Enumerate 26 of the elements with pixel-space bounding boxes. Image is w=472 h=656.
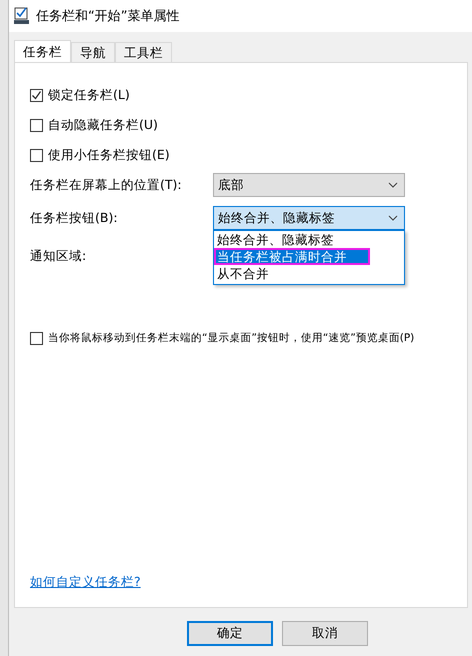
checkbox[interactable]: [30, 118, 43, 132]
dropdown-option[interactable]: 从不合并: [214, 265, 404, 282]
setting-label: 通知区域:: [30, 248, 88, 264]
dropdown[interactable]: 底部: [213, 173, 405, 197]
help-link[interactable]: 如何自定义任务栏?: [30, 574, 141, 591]
checkbox-label: 使用小任务栏按钮(E): [48, 146, 170, 164]
app-icon: [14, 7, 30, 25]
chevron-icon: [388, 215, 398, 221]
dropdown-option[interactable]: 始终合并、隐藏标签: [214, 231, 404, 248]
checkbox-label: 锁定任务栏(L): [48, 86, 130, 104]
checkbox[interactable]: [30, 88, 43, 102]
window-title: 任务栏和“开始”菜单属性: [36, 8, 180, 25]
cancel-button[interactable]: 取消: [282, 621, 368, 646]
checkbox[interactable]: [30, 148, 43, 162]
ok-button[interactable]: 确定: [187, 621, 273, 646]
tab[interactable]: 任务栏: [14, 40, 71, 62]
setting-label: 任务栏在屏幕上的位置(T):: [30, 176, 183, 194]
tab[interactable]: 导航: [71, 42, 115, 62]
checkbox[interactable]: [30, 332, 43, 344]
checkbox-label: 当你将鼠标移动到任务栏末端的“显示桌面”按钮时，使用“速览”预览桌面(P): [48, 331, 414, 345]
tab[interactable]: 工具栏: [115, 42, 172, 62]
dropdown[interactable]: 始终合并、隐藏标签: [213, 206, 405, 230]
setting-label: 任务栏按钮(B):: [30, 210, 119, 226]
dropdown-option[interactable]: 当任务栏被占满时合并: [214, 248, 370, 265]
chevron-icon: [388, 182, 398, 188]
checkbox-label: 自动隐藏任务栏(U): [48, 116, 158, 134]
